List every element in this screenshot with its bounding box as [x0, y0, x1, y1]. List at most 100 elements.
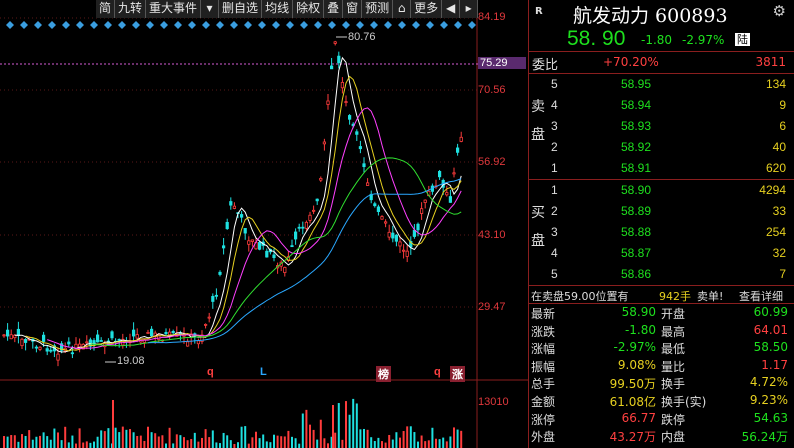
volume-bar [201, 437, 203, 448]
volume-bar [323, 438, 326, 448]
volume-bar [402, 431, 405, 448]
event-marker[interactable]: q [207, 366, 214, 378]
candle-body [20, 338, 24, 347]
volume-bar [118, 432, 121, 448]
candle-body [218, 271, 222, 275]
stat-value: 43.27万 [609, 430, 656, 445]
event-marker[interactable]: q [434, 366, 441, 378]
event-marker[interactable]: L [260, 366, 267, 378]
candle-body [373, 203, 377, 207]
volume-bar [193, 432, 196, 448]
event-diamond-icon [272, 21, 280, 29]
volume-bar [312, 429, 315, 448]
volume-bar [35, 436, 38, 448]
volume-bar [276, 435, 279, 448]
candle-body [448, 196, 453, 203]
major-events-button[interactable]: 重大事件 [146, 0, 202, 18]
candle-body [171, 330, 175, 334]
stat-row: 金额 61.08亿 换手(实) 9.23% [529, 392, 794, 410]
ex-rights-button[interactable]: 除权 [293, 0, 325, 18]
candle-body [110, 331, 114, 339]
market-badge: 陆 [735, 33, 750, 46]
candle-body [250, 239, 254, 242]
simple-button[interactable]: 简 [96, 0, 116, 18]
volume-bar [39, 435, 41, 448]
dropdown-icon[interactable]: ▾ [201, 0, 220, 18]
volume-bar [449, 436, 452, 448]
volume-bar [237, 442, 239, 448]
ask-row: 1 58.91 620 [529, 158, 794, 179]
sound-icon[interactable]: ◀ [442, 0, 461, 18]
more-button[interactable]: 更多 [411, 0, 443, 18]
volume-bar [359, 429, 362, 448]
ask-price: 58.94 [621, 98, 652, 112]
high-price-label: 80.76 [348, 31, 376, 43]
ask-level: 3 [551, 119, 558, 133]
window-button[interactable]: 窗 [343, 0, 363, 18]
bid-volume: 32 [772, 246, 786, 260]
remove-watchlist-button[interactable]: 删自选 [219, 0, 263, 18]
volume-bar [377, 437, 380, 448]
sell-book: 卖 盘 5 58.95 134 4 58.94 9 3 58.93 6 2 58.92 40 1 58.9… [529, 74, 794, 180]
kline-chart-area[interactable]: 简 九转 重大事件 ▾ 删自选 均线 除权 叠 窗 预测 ⌂ 更多 ◀ ▸ 84… [0, 0, 528, 448]
volume-bar [319, 419, 322, 448]
y-axis-label: 84.19 [478, 11, 506, 23]
candle-body [401, 249, 406, 252]
candle-body [333, 41, 337, 44]
stat-value: 4.72% [749, 375, 788, 390]
volume-bar [258, 438, 261, 448]
bid-price: 58.90 [621, 183, 652, 197]
overlay-button[interactable]: 叠 [324, 0, 344, 18]
candle-body [358, 146, 363, 150]
stat-label: 内盘 [661, 430, 686, 445]
candle-body [185, 341, 190, 347]
volume-bar [229, 440, 232, 448]
volume-bar [31, 439, 34, 448]
lock-icon[interactable]: ⌂ [393, 0, 412, 18]
stat-label: 换手(实) [661, 394, 707, 409]
candle-body [405, 250, 409, 257]
ask-level: 4 [551, 98, 558, 112]
volume-bar [298, 443, 301, 448]
stat-row: 总手 99.50万 换手 4.72% [529, 374, 794, 392]
forecast-button[interactable]: 预测 [362, 0, 394, 18]
kline-canvas[interactable] [0, 0, 528, 448]
volume-bar [85, 441, 88, 448]
candle-body [311, 209, 316, 212]
volume-bar [417, 441, 419, 448]
volume-bar [262, 434, 265, 448]
volume-bar [332, 405, 334, 448]
volume-bar [341, 439, 344, 448]
candle-body [211, 296, 215, 302]
volume-bar [226, 435, 229, 448]
order-info-volume: 942手 [659, 290, 691, 303]
y-axis-label: 29.47 [478, 301, 506, 313]
candle-body [340, 82, 345, 89]
candle-body [225, 221, 229, 230]
candle-body [131, 329, 136, 337]
gear-icon[interactable]: ⚙ [773, 2, 786, 20]
volume-bar [337, 403, 340, 448]
stat-label: 总手 [531, 377, 556, 392]
stat-value: 9.23% [749, 392, 788, 407]
volume-bar [406, 426, 409, 448]
volume-bar [100, 430, 103, 448]
bid-price: 58.88 [621, 225, 652, 239]
bid-volume: 254 [765, 225, 786, 239]
volume-bar [283, 436, 286, 448]
volume-bar [75, 443, 77, 448]
stat-label: 振幅 [531, 359, 556, 374]
ask-level: 2 [551, 140, 558, 154]
view-detail-link[interactable]: 查看详细 [739, 288, 783, 304]
limit-up-marker[interactable]: 涨 [450, 366, 465, 382]
candle-body [221, 245, 226, 249]
event-diamond-icon [398, 21, 406, 29]
ranking-marker[interactable]: 榜 [376, 366, 391, 382]
moving-average-button[interactable]: 均线 [262, 0, 294, 18]
expand-icon[interactable]: ▸ [460, 0, 479, 18]
event-diamond-icon [356, 21, 364, 29]
candle-body [85, 341, 89, 344]
volume-bar [247, 443, 250, 448]
jiuzhuan-button[interactable]: 九转 [115, 0, 147, 18]
volume-bar [42, 432, 45, 448]
